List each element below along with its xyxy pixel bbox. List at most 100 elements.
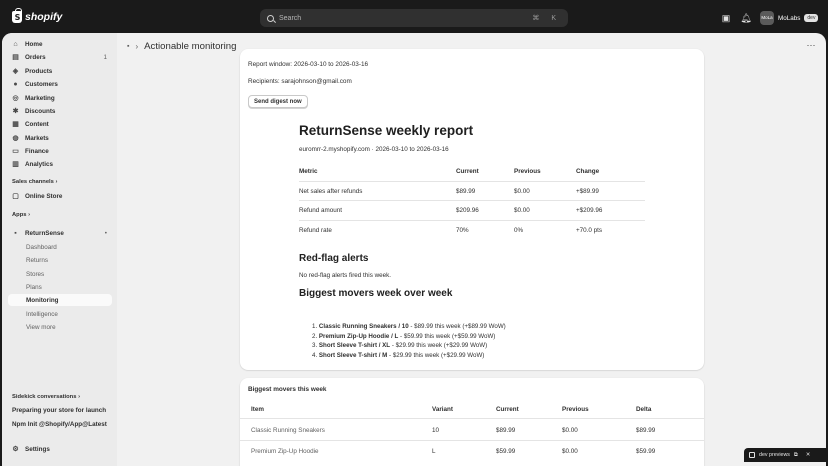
external-link-icon[interactable]: ⧉ [794,452,798,459]
column-header: Previous [562,406,589,413]
conversation-link[interactable]: Npm Init @Shopify/App@Latest [12,421,107,428]
shopify-logo[interactable]: shopify [12,8,63,23]
table-cell: Net sales after refunds [299,187,363,195]
send-digest-button[interactable]: Send digest now [248,95,308,108]
divider [240,440,704,441]
table-row: Refund rate 70% 0% +70.0 pts [299,221,645,241]
orders-icon: ▤ [12,53,19,61]
sidebar: ⌂ Home ▤ Orders 1 ◈ Products ● Customers ◎ Mar… [2,33,117,466]
sidebar-sub-stores[interactable]: Stores [8,268,112,280]
digest-card: Report window: 2026-03-10 to 2026-03-16 … [240,49,704,370]
sidebar-item-label: Products [25,67,53,75]
main-content: ▪ › Actionable monitoring ⋯ Report windo… [117,33,826,466]
column-header: Previous [514,168,541,175]
report-title: ReturnSense weekly report [299,123,474,138]
sidebar-item-label: Customers [25,80,58,88]
sidekick-heading[interactable]: Sidekick conversations › [12,394,80,400]
app-pin-icon[interactable]: • [105,230,107,237]
search-shortcut: ⌘ K [532,15,561,22]
markets-icon: ◍ [12,134,19,142]
table-cell: +70.0 pts [576,227,603,235]
sidebar-sub-dashboard[interactable]: Dashboard [8,241,112,253]
app-icon: ▪ [14,229,17,237]
store-icon[interactable]: ▣ [720,12,732,24]
dev-previews-bar[interactable]: dev previews ⧉ ✕ [744,448,828,462]
bell-icon[interactable]: 🔔︎ [740,12,752,24]
sidebar-item-finance[interactable]: ▭ Finance [8,145,112,157]
sidebar-item-orders[interactable]: ▤ Orders 1 [8,51,112,63]
more-actions-icon[interactable]: ⋯ [807,40,817,51]
table-cell: 70% [456,227,469,235]
store-menu-button[interactable]: MoLa MoLabs dev [760,10,819,26]
top-bar: shopify Search ⌘ K ▣ 🔔︎ MoLa MoLabs dev [0,0,828,36]
movers-card: Biggest movers this week Item Variant Cu… [240,378,704,466]
sales-channels-heading[interactable]: Sales channels › [12,179,57,185]
home-icon: ⌂ [13,40,18,48]
table-cell: Classic Running Sneakers [251,427,325,434]
logo-text: shopify [25,11,63,23]
alerts-heading: Red-flag alerts [299,253,369,264]
conversation-link[interactable]: Preparing your store for launch [12,407,106,414]
column-header: Current [496,406,519,413]
store-avatar: MoLa [760,11,774,25]
orders-count: 1 [103,53,107,61]
sidebar-item-discounts[interactable]: ✱ Discounts [8,105,112,117]
table-cell: $59.99 [496,448,516,455]
sidebar-item-products[interactable]: ◈ Products [8,65,112,77]
table-cell: 10 [432,427,440,434]
sidebar-sub-intelligence[interactable]: Intelligence [8,308,112,320]
sidebar-item-home[interactable]: ⌂ Home [8,38,112,50]
table-cell: $0.00 [514,187,530,195]
sidebar-item-customers[interactable]: ● Customers [8,78,112,90]
table-cell: Refund amount [299,207,343,215]
sidebar-item-returnsense[interactable]: ▪ ReturnSense • [8,227,112,239]
page-title: Actionable monitoring [144,41,237,52]
sidebar-item-analytics[interactable]: ▥ Analytics [8,158,112,170]
app-icon[interactable]: ▪ [127,43,129,50]
page-header: ▪ › Actionable monitoring [127,40,236,53]
column-header: Current [456,168,479,175]
sidebar-sub-plans[interactable]: Plans [8,281,112,293]
dev-badge: dev [804,14,819,22]
table-header-row: Item Variant Current Previous Delta [240,406,704,416]
table-row: Refund amount $209.96 $0.00 +$209.96 [299,201,645,222]
sidebar-item-label: Content [25,120,49,128]
chevron-right-icon: › [135,42,139,51]
report-window-text: Report window: 2026-03-10 to 2026-03-16 [248,61,369,68]
apps-heading[interactable]: Apps › [12,212,30,218]
table-cell: $89.99 [636,427,656,434]
table-cell: $89.99 [456,187,476,195]
sidebar-sub-monitoring[interactable]: Monitoring [8,294,112,306]
table-cell: $0.00 [562,427,578,434]
sidebar-item-settings[interactable]: ⚙ Settings [8,443,112,455]
sidebar-item-markets[interactable]: ◍ Markets [8,132,112,144]
sidebar-item-label: Markets [25,134,49,142]
admin-frame: ⌂ Home ▤ Orders 1 ◈ Products ● Customers ◎ Mar… [2,33,826,466]
column-header: Metric [299,168,318,175]
sidebar-item-label: Discounts [25,107,56,115]
sidebar-item-marketing[interactable]: ◎ Marketing [8,92,112,104]
sidebar-item-label: Analytics [25,160,53,168]
alerts-text: No red-flag alerts fired this week. [299,272,392,279]
table-cell: $209.96 [456,207,479,215]
sidebar-sub-view-more[interactable]: View more [8,321,112,333]
sidebar-item-content[interactable]: ▦ Content [8,118,112,130]
sidebar-item-label: Settings [25,445,50,453]
list-item: 4. Short Sleeve T-shirt / M - $29.99 thi… [312,351,485,359]
table-row: Classic Running Sneakers 10 $89.99 $0.00… [240,427,704,437]
column-header: Item [251,406,264,413]
sidebar-sub-returns[interactable]: Returns [8,254,112,266]
table-cell: +$89.99 [576,187,599,195]
list-item: 1. Classic Running Sneakers / 10 - $89.9… [312,323,506,330]
table-cell: $89.99 [496,427,516,434]
sidebar-item-label: Online Store [25,192,63,200]
close-icon[interactable]: ✕ [806,452,810,458]
search-bar[interactable]: Search ⌘ K [260,9,568,27]
sidebar-item-online-store[interactable]: ▢ Online Store [8,190,112,202]
movers-list: 1. Classic Running Sneakers / 10 - $89.9… [312,323,506,361]
search-placeholder: Search [279,14,302,22]
column-header: Change [576,168,600,175]
report-subtitle: euromrr-2.myshopify.com · 2026-03-10 to … [299,146,449,153]
list-item: 2. Premium Zip-Up Hoodie / L - $59.99 th… [312,332,496,340]
sidebar-item-label: Marketing [25,94,55,102]
